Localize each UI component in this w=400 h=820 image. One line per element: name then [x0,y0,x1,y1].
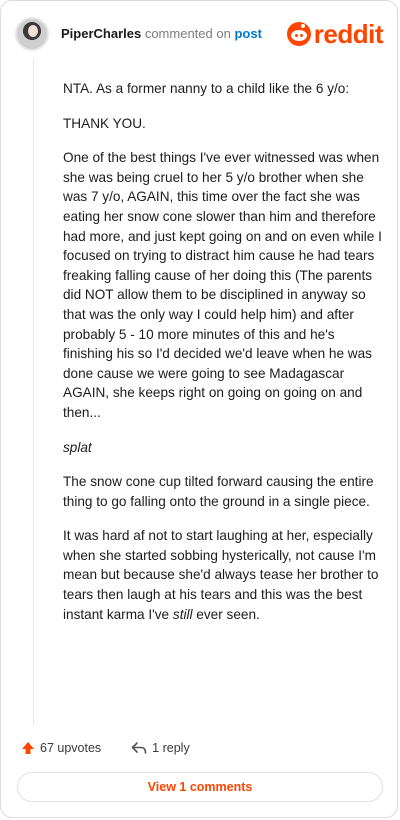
comment-paragraph: THANK YOU. [63,115,146,131]
comment-paragraph: One of the best things I've ever witness… [63,150,382,420]
post-link[interactable]: post [234,26,261,41]
comment-paragraph: splat [63,438,383,458]
comment-card: PiperCharles commented on post reddit NT… [0,0,398,818]
comment-body: NTA. As a former nanny to a child like t… [63,79,383,639]
emphasis-text: splat [63,439,92,455]
comment-header: PiperCharles commented on post reddit [15,15,384,55]
comment-paragraph: NTA. As a former nanny to a child like t… [63,81,350,96]
reddit-alien-icon [286,22,311,46]
thread-line[interactable] [33,59,34,724]
reply-arrow-icon[interactable] [131,741,147,755]
upvote-arrow-icon[interactable] [21,741,35,755]
username[interactable]: PiperCharles [61,26,141,41]
view-comments-button[interactable]: View 1 comments [17,772,383,802]
reddit-logo[interactable]: reddit [286,17,384,51]
comment-meta: PiperCharles commented on post [61,26,262,41]
comment-actions: 67 upvotes 1 reply [21,738,190,758]
paragraph-text: ever seen. [192,606,260,622]
reddit-wordmark: reddit [313,18,384,49]
comment-paragraph: It was hard af not to start laughing at … [63,526,383,624]
reply-count[interactable]: 1 reply [152,741,190,755]
commented-on-text: commented on [144,26,231,41]
comment-paragraph: The snow cone cup tilted forward causing… [63,474,374,509]
avatar[interactable] [15,17,49,51]
upvote-count: 67 upvotes [40,741,102,755]
emphasis-text: still [172,606,193,622]
